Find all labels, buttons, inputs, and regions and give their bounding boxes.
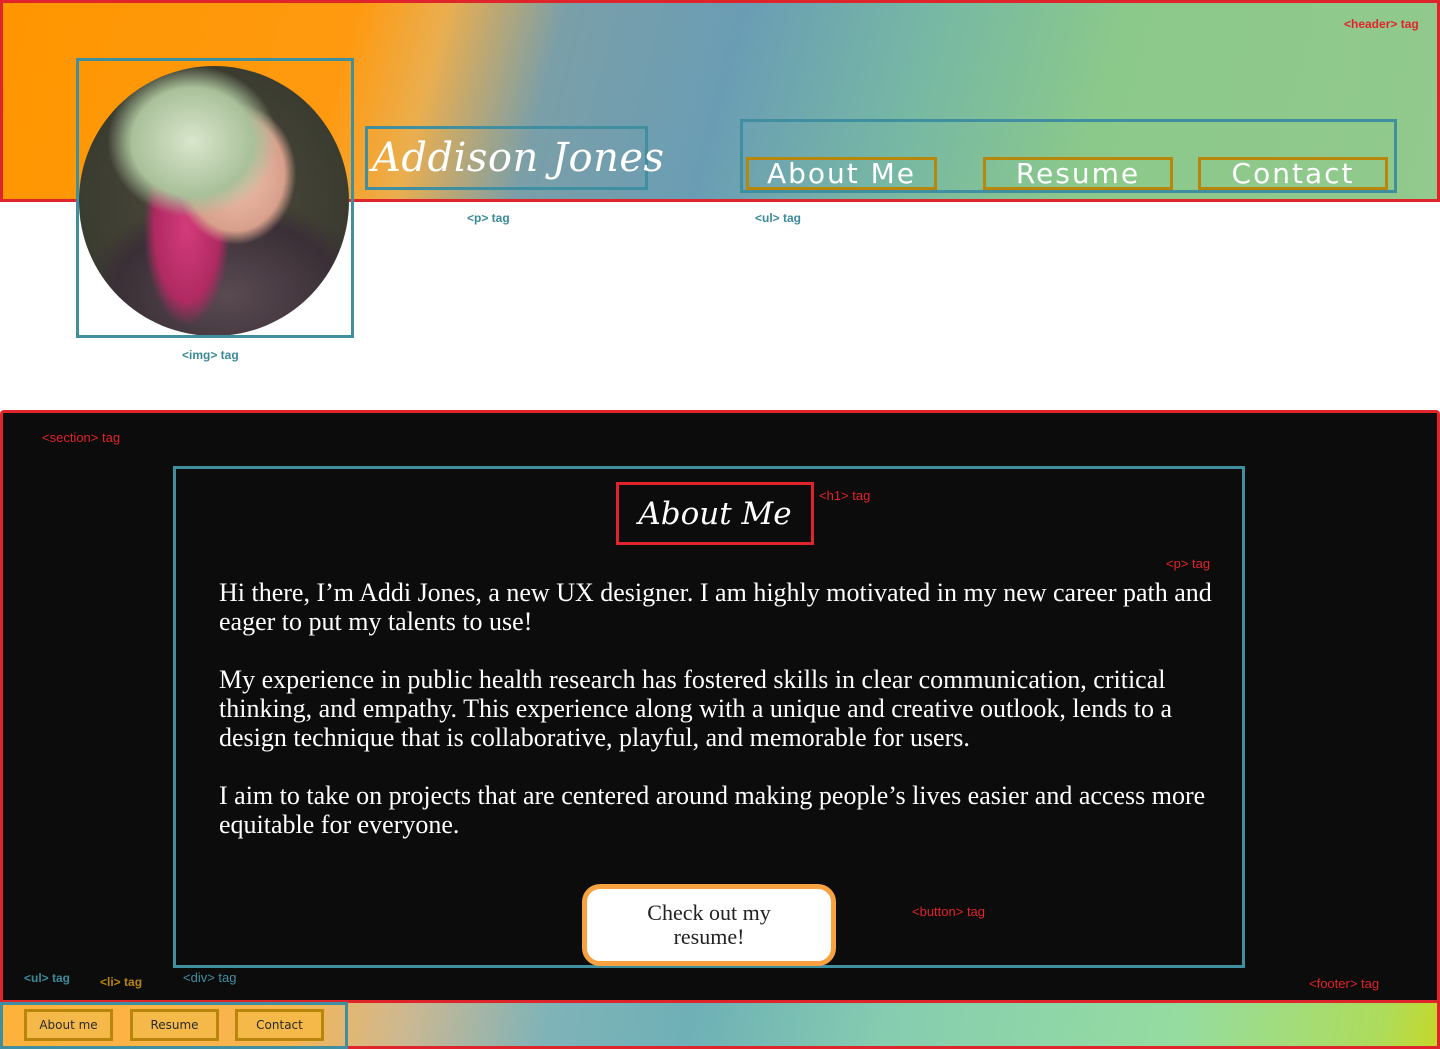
- footer-ul-tag-label: <ul> tag: [24, 971, 71, 985]
- nav-contact[interactable]: Contact: [1198, 157, 1388, 190]
- img-tag-box: [76, 58, 354, 338]
- nav-about-me[interactable]: About Me: [746, 157, 937, 190]
- footer-nav-about-me[interactable]: About me: [24, 1009, 113, 1041]
- div-tag-label: <div> tag: [183, 970, 237, 985]
- section-tag-label: <section> tag: [42, 430, 121, 445]
- p-tag-label: <p> tag: [467, 211, 510, 225]
- about-paragraph: Hi there, I’m Addi Jones, a new UX desig…: [219, 578, 1212, 636]
- footer-nav-resume[interactable]: Resume: [130, 1009, 219, 1041]
- about-text: Hi there, I’m Addi Jones, a new UX desig…: [219, 578, 1229, 868]
- header-tag-label: <header> tag: [1344, 17, 1419, 31]
- about-paragraph: I aim to take on projects that are cente…: [219, 781, 1206, 839]
- about-heading-box: About Me: [616, 482, 814, 545]
- ul-tag-label: <ul> tag: [755, 211, 802, 225]
- h1-tag-label: <h1> tag: [819, 488, 871, 503]
- about-p-tag-label: <p> tag: [1166, 556, 1211, 571]
- img-tag-label: <img> tag: [182, 348, 239, 362]
- site-name-box: Addison Jones: [365, 126, 664, 190]
- nav-resume[interactable]: Resume: [983, 157, 1173, 190]
- footer-li-tag-label: <li> tag: [100, 975, 143, 989]
- button-tag-label: <button> tag: [912, 904, 986, 919]
- footer-nav-contact[interactable]: Contact: [235, 1009, 324, 1041]
- about-heading: About Me: [638, 495, 792, 532]
- about-paragraph: My experience in public health research …: [219, 665, 1173, 752]
- site-name: Addison Jones: [372, 135, 665, 181]
- page: <header> tag <img> tag Addison Jones <p>…: [0, 0, 1440, 1049]
- resume-button[interactable]: Check out my resume!: [582, 884, 836, 966]
- footer-tag-label: <footer> tag: [1309, 976, 1380, 991]
